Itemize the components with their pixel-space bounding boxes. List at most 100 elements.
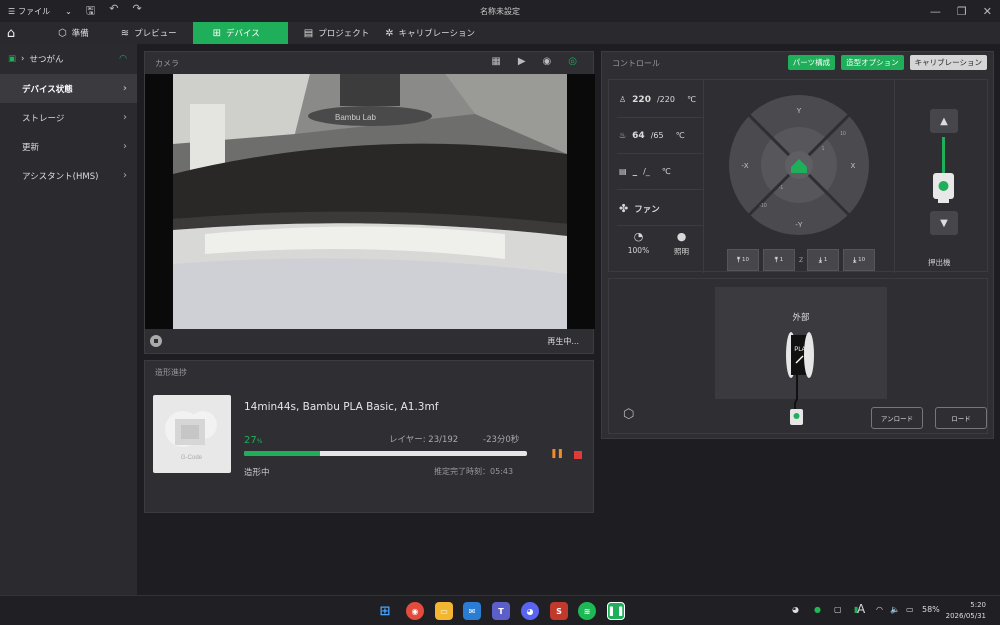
arrow-down-icon: ⤓ [818,255,822,264]
tab-label: プレビュー [134,29,177,39]
external-spool-label: 外部 [792,313,810,323]
chrome-icon[interactable]: ◉ [406,602,424,620]
extrude-up-button[interactable]: ▲ [930,109,958,133]
sidebar-item-assistant[interactable]: アシスタント(HMS) › [0,161,137,190]
tab-device[interactable]: ⊞ デバイス [192,22,288,44]
lightbulb-icon: ● [676,230,687,243]
tab-preview[interactable]: ≋ プレビュー [105,22,193,44]
window-title: 名称未設定 [480,6,520,16]
stop-stream-icon[interactable] [150,335,162,347]
chevron-right-icon: › [21,54,25,64]
chevron-down-icon: ⌄ [65,6,72,16]
load-button[interactable]: ロード [935,407,987,429]
camera-panel: カメラ ▦ ▶ ◉ ◎ Bambu Lab 再生中... [144,51,595,354]
minimize-icon[interactable]: — [930,5,941,18]
chamber-target: /_ [643,167,650,176]
xy-jog-pad[interactable]: Y -Y X -X 10 1 -1 -10 [729,95,869,235]
device-selector[interactable]: ▣ › せつがん ◠ [0,44,137,74]
sidebar-item-update[interactable]: 更新 › [0,132,137,161]
tab-label: キャリブレーション [398,29,475,39]
percent-value: 27 [244,435,257,446]
unload-button[interactable]: アンロード [871,407,923,429]
discord-icon[interactable]: ◕ [521,602,539,620]
fan-button[interactable]: ✤ ファン [617,192,703,226]
spotify-tray-icon[interactable]: ● [814,605,821,614]
print-options-button[interactable]: 造型オプション [841,55,904,70]
remaining-time: -23分0秒 [483,435,520,445]
record-icon[interactable]: ▶ [518,56,526,67]
clock-time: 5:20 [970,601,986,609]
tab-label: プロジェクト [318,29,370,39]
file-explorer-icon[interactable]: ▭ [435,602,453,620]
windows-start-icon[interactable]: ⊞ [376,602,394,620]
z-step-label: 1 [823,257,828,263]
sidebar-item-storage[interactable]: ストレージ › [0,103,137,132]
volume-icon[interactable]: 🔈 [890,605,900,614]
close-icon[interactable]: ✕ [983,5,992,18]
settings-icon[interactable]: ◎ [568,56,577,67]
webcam-icon[interactable]: ◉ [543,56,552,67]
stop-print-icon[interactable] [574,451,582,459]
save-icon[interactable]: 🖫 [86,2,95,21]
tab-calibration[interactable]: ✲ キャリブレーション [385,22,491,44]
extrude-down-button[interactable]: ▼ [930,211,958,235]
discord-tray-icon[interactable]: ◕ [792,605,799,614]
ams-settings-icon[interactable]: ⬡ [623,407,634,422]
z-up-1-button[interactable]: ⤒ 1 [763,249,795,271]
file-menu[interactable]: ☰ ファイル ⌄ [8,6,72,17]
speed-button[interactable]: ◔ 100% [617,230,660,255]
bed-unit: ℃ [675,131,685,140]
restore-icon[interactable]: ❐ [957,5,967,18]
parts-button[interactable]: パーツ構成 [787,55,836,70]
undo-icon[interactable]: ↶ [109,2,118,21]
filament-spool-icon[interactable]: PLA [785,331,817,379]
nozzle-temp[interactable]: ♙ 220 /220 ℃ [617,82,703,118]
timelapse-icon[interactable]: ▦ [491,56,500,67]
bambu-studio-icon[interactable]: ▌▐ [607,602,625,620]
calibration-button[interactable]: キャリブレーション [909,55,987,70]
layers-icon: ≋ [120,27,130,39]
wifi-tray-icon[interactable]: ◠ [876,605,883,614]
arrow-down-icon: ⤓ [853,255,857,264]
control-main: ♙ 220 /220 ℃ ♨ 64 /65 ℃ ▤ _ /_ ℃ ✤ ファン ◔… [608,79,988,273]
tab-label: 準備 [71,29,89,39]
home-icon[interactable]: ⌂ [0,26,22,41]
ime-indicator[interactable]: A [857,602,865,616]
chamber-unit: ℃ [661,167,671,176]
pause-icon[interactable]: ❚❚ [550,449,564,459]
wifi-icon: ◠ [119,54,127,64]
jog-plus1-label: 1 [822,146,825,152]
spotify-icon[interactable]: ≋ [578,602,596,620]
z-down-1-button[interactable]: ⤓ 1 [807,249,840,271]
fan-icon: ✤ [619,202,629,215]
calibration-icon: ✲ [385,27,394,39]
bed-temp[interactable]: ♨ 64 /65 ℃ [617,118,703,154]
stream-status: 再生中... [547,336,579,346]
fan-label: ファン [634,204,660,215]
chamber-temp[interactable]: ▤ _ /_ ℃ [617,154,703,190]
speedometer-icon: ◔ [633,230,644,243]
clock-date: 2026/05/31 [945,612,986,620]
tab-prepare[interactable]: ⬡ 準備 [42,22,105,44]
z-up-10-button[interactable]: ⤒ 10 [727,249,759,271]
sidebar-item-device-status[interactable]: デバイス状態 › [0,74,137,103]
battery-icon[interactable]: ▭ [906,605,914,614]
sidebar: ▣ › せつがん ◠ デバイス状態 › ストレージ › 更新 › アシスタント(… [0,44,137,595]
clock[interactable]: 5:20 2026/05/31 [946,600,986,622]
app-tray-icon[interactable]: ▢ [834,605,842,614]
percent-sign: % [256,438,263,445]
light-button[interactable]: ● 照明 [660,230,703,257]
z-down-10-button[interactable]: ⤓ 10 [843,249,876,271]
mail-icon[interactable]: ✉ [463,602,481,620]
thumbnail-label: G-Code [181,455,203,461]
z-step-label: 1 [779,257,784,263]
chamber-icon: ▤ [619,167,627,176]
jog-plus10-label: 10 [840,131,846,137]
title-bar: ☰ ファイル ⌄ 🖫 ↶ ↷ 名称未設定 — ❐ ✕ [0,0,1000,22]
app-icon[interactable]: S [550,602,568,620]
teams-icon[interactable]: T [492,602,510,620]
nozzle-icon: ♙ [619,95,627,104]
redo-icon[interactable]: ↷ [132,2,141,21]
progress-bar-fill [244,451,321,456]
tab-project[interactable]: ▤ プロジェクト [288,22,385,44]
